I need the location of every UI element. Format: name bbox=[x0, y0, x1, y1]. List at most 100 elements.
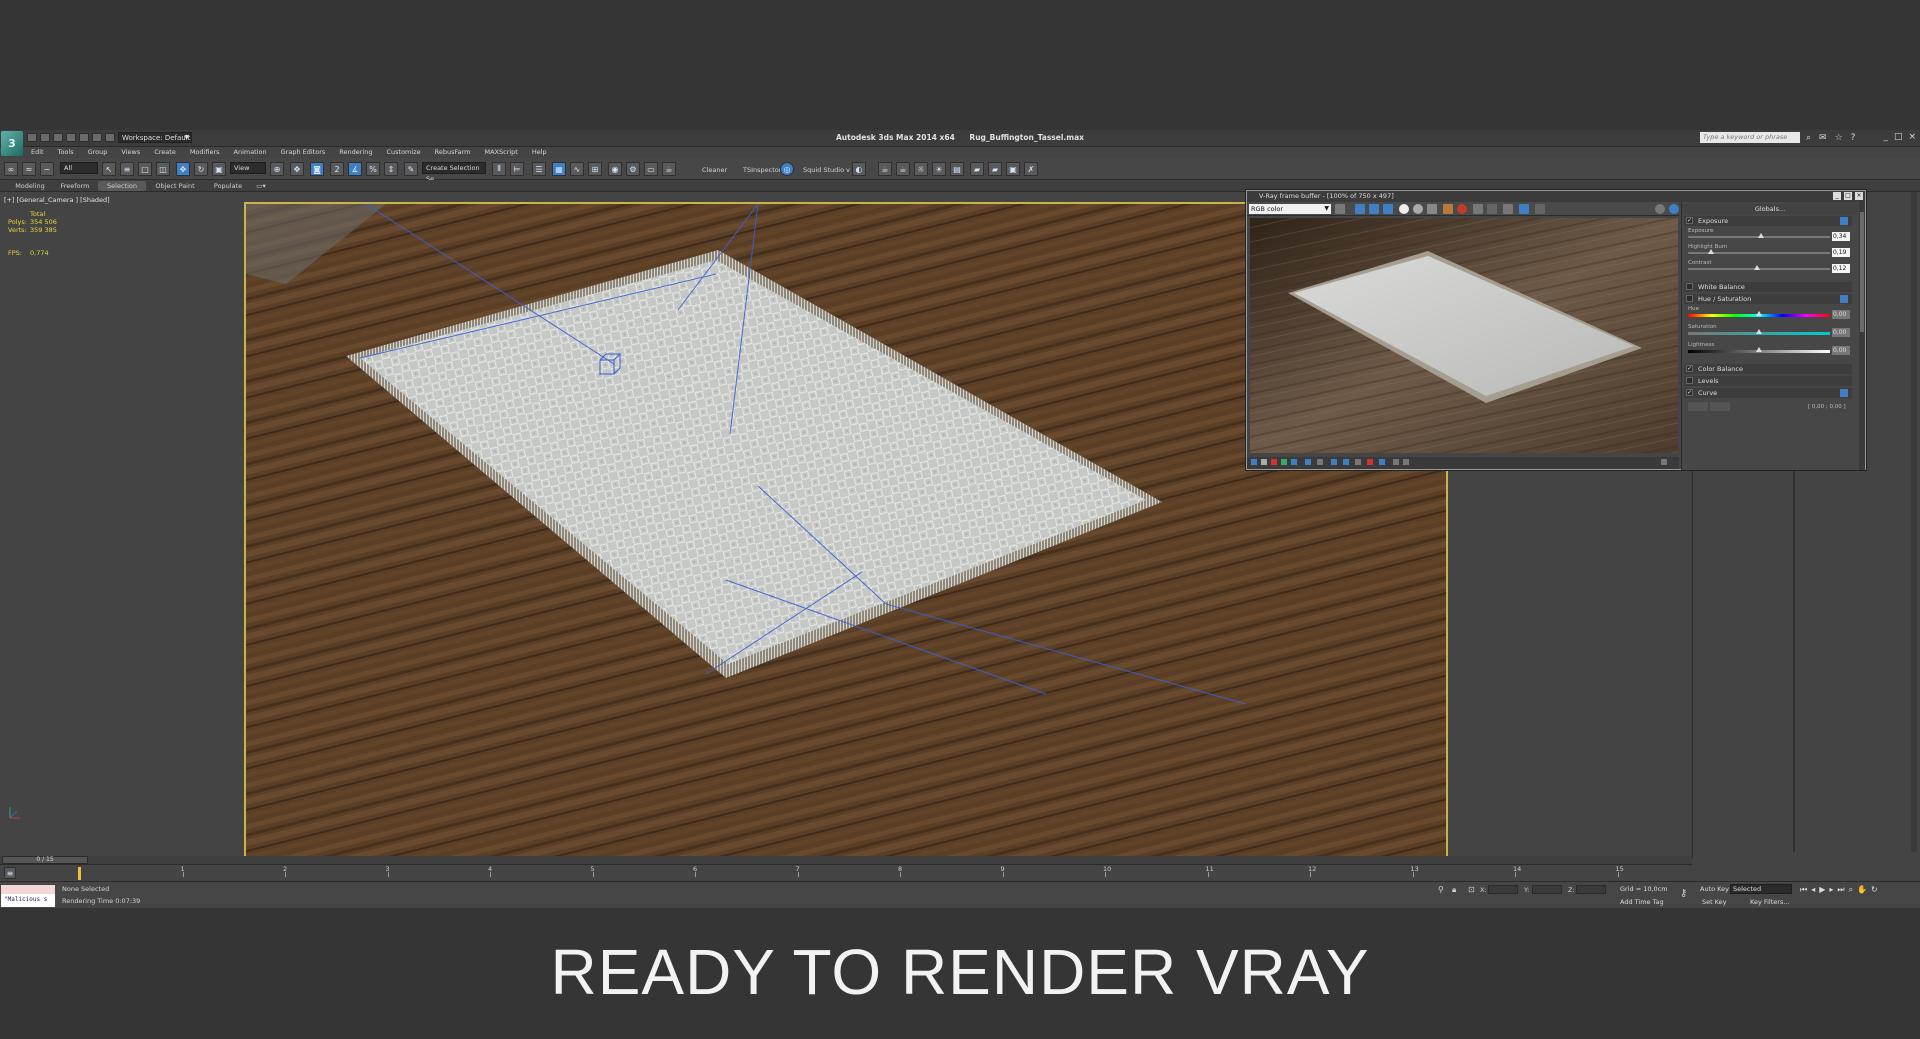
corner-resize-icon[interactable] bbox=[1661, 459, 1667, 465]
menu-edit[interactable]: Edit bbox=[24, 147, 51, 158]
vfb-minimize-icon[interactable]: _ bbox=[1833, 192, 1841, 200]
vray-proxy-icon[interactable]: ▤ bbox=[950, 162, 964, 176]
curve-section[interactable]: ✓ Curve bbox=[1684, 388, 1852, 398]
close-icon[interactable]: × bbox=[1908, 132, 1916, 142]
tab-modeling[interactable]: Modeling bbox=[6, 181, 54, 191]
render-icon[interactable]: ◐ bbox=[852, 162, 866, 176]
ribbon-options-icon[interactable]: ▭▾ bbox=[254, 181, 268, 191]
menu-animation[interactable]: Animation bbox=[227, 147, 274, 158]
slider-knob[interactable] bbox=[1758, 233, 1764, 238]
vfb-close-icon[interactable]: × bbox=[1855, 192, 1863, 200]
pivot-center-icon[interactable]: ⊕ bbox=[270, 162, 284, 176]
blue-channel-icon[interactable] bbox=[1383, 204, 1393, 214]
graphite-ribbon-icon[interactable]: ▦ bbox=[552, 162, 566, 176]
slider-knob[interactable] bbox=[1756, 311, 1762, 316]
color-balance-section[interactable]: ✓ Color Balance bbox=[1684, 364, 1852, 374]
menu-tools[interactable]: Tools bbox=[51, 147, 81, 158]
exposure-section[interactable]: ✓ Exposure bbox=[1684, 216, 1852, 226]
render-last-icon[interactable] bbox=[1669, 204, 1679, 214]
search-input[interactable]: Type a keyword or phrase bbox=[1700, 132, 1800, 143]
subscription-icon[interactable]: ✉ bbox=[1819, 133, 1827, 143]
render-setup-icon[interactable]: ⚙ bbox=[626, 162, 640, 176]
key-icon[interactable]: ⚷ bbox=[1680, 888, 1687, 899]
menu-maxscript[interactable]: MAXScript bbox=[477, 147, 524, 158]
tab-populate[interactable]: Populate bbox=[205, 181, 251, 191]
slider-knob[interactable] bbox=[1754, 265, 1760, 270]
mono-icon[interactable] bbox=[1413, 204, 1423, 214]
srgb-icon[interactable] bbox=[1281, 459, 1287, 465]
link-icon[interactable]: ∞ bbox=[4, 162, 18, 176]
stop-render-icon[interactable] bbox=[1655, 204, 1665, 214]
slider-knob[interactable] bbox=[1756, 347, 1762, 352]
link-to-render-icon[interactable] bbox=[1519, 204, 1529, 214]
contrast-value-input[interactable]: 0,12 bbox=[1832, 264, 1850, 273]
curve-checkbox[interactable]: ✓ bbox=[1686, 389, 1693, 396]
menu-help[interactable]: Help bbox=[525, 147, 554, 158]
levels-section[interactable]: Levels bbox=[1684, 376, 1852, 386]
duplicate-to-mtl-icon[interactable] bbox=[1473, 204, 1483, 214]
vray-folder-icon[interactable]: ▰ bbox=[970, 162, 984, 176]
track-mouse-icon[interactable] bbox=[1487, 204, 1497, 214]
listener-input[interactable] bbox=[1, 885, 55, 894]
expand-icon[interactable] bbox=[1840, 389, 1848, 397]
vfb-title-bar[interactable]: V-Ray frame buffer - [100% of 750 x 497]… bbox=[1247, 191, 1865, 202]
vray-cube-icon[interactable]: ▣ bbox=[1006, 162, 1020, 176]
bind-space-warp-icon[interactable]: ~ bbox=[40, 162, 54, 176]
teapot-icon[interactable]: ☕ bbox=[878, 162, 892, 176]
menu-graph-editors[interactable]: Graph Editors bbox=[274, 147, 333, 158]
color-correction-icon[interactable] bbox=[1251, 459, 1257, 465]
selection-filter-dropdown[interactable]: All bbox=[60, 162, 98, 174]
show-pixel-info-icon[interactable] bbox=[1271, 459, 1277, 465]
align-icon[interactable]: ⊨ bbox=[510, 162, 524, 176]
menu-modifiers[interactable]: Modifiers bbox=[183, 147, 227, 158]
ocio-icon[interactable] bbox=[1291, 459, 1297, 465]
hue-saturation-checkbox[interactable] bbox=[1686, 295, 1693, 302]
set-key-button[interactable]: Set Key bbox=[1702, 898, 1727, 906]
mini-curve-editor-icon[interactable]: ≡ bbox=[4, 867, 16, 879]
select-rotate-icon[interactable]: ↻ bbox=[194, 162, 208, 176]
cleaner-button[interactable]: Cleaner bbox=[702, 166, 727, 174]
saturation-value-input[interactable]: 0,00 bbox=[1832, 328, 1850, 337]
follow-mouse-icon[interactable] bbox=[1379, 459, 1385, 465]
angle-snap-icon[interactable]: ∡ bbox=[348, 162, 362, 176]
tab-selection[interactable]: Selection bbox=[98, 181, 146, 191]
hue-slider[interactable] bbox=[1688, 311, 1830, 317]
select-scale-icon[interactable]: ▣ bbox=[212, 162, 226, 176]
add-time-tag-button[interactable]: Add Time Tag bbox=[1620, 898, 1664, 906]
lightness-value-input[interactable]: 0,00 bbox=[1832, 346, 1850, 355]
mirror-icon[interactable]: ⫴ bbox=[492, 162, 506, 176]
viewport-label[interactable]: [+] [General_Camera ] [Shaded] bbox=[4, 196, 110, 204]
vray-sun-icon[interactable]: ☀ bbox=[932, 162, 946, 176]
tab-object-paint[interactable]: Object Paint bbox=[150, 181, 200, 191]
expand-icon[interactable] bbox=[1840, 295, 1848, 303]
keyboard-shortcut-override-icon[interactable]: ◙ bbox=[310, 162, 324, 176]
menu-customize[interactable]: Customize bbox=[379, 147, 427, 158]
zoom-icon[interactable]: ⌕ bbox=[1849, 885, 1853, 895]
x-coordinate-input[interactable] bbox=[1488, 885, 1518, 894]
green-channel-icon[interactable] bbox=[1369, 204, 1379, 214]
white-balance-section[interactable]: White Balance bbox=[1684, 282, 1852, 292]
stamp-icon[interactable] bbox=[1317, 459, 1323, 465]
compare-ab-icon[interactable] bbox=[1331, 459, 1337, 465]
go-to-start-icon[interactable]: ⏮ bbox=[1800, 885, 1807, 895]
tsinspector-button[interactable]: TSInspector bbox=[743, 166, 781, 174]
star-icon[interactable]: ☆ bbox=[1835, 133, 1843, 143]
previous-frame-icon[interactable]: ◂ bbox=[1811, 885, 1815, 895]
vray-light-icon[interactable]: ☼ bbox=[914, 162, 928, 176]
spinner-snap-icon[interactable]: ⇕ bbox=[384, 162, 398, 176]
rendered-frame-window-icon[interactable]: ▭ bbox=[644, 162, 658, 176]
vfb-maximize-icon[interactable]: □ bbox=[1844, 192, 1852, 200]
slider-knob[interactable] bbox=[1756, 329, 1762, 334]
maximize-icon[interactable]: □ bbox=[1894, 132, 1903, 142]
save-image-icon[interactable] bbox=[1335, 204, 1345, 214]
time-slider[interactable]: 0 / 15 bbox=[0, 856, 1692, 864]
save-to-file-icon[interactable] bbox=[1427, 204, 1437, 214]
render-production-icon[interactable]: ☕ bbox=[662, 162, 676, 176]
color-balance-checkbox[interactable]: ✓ bbox=[1686, 365, 1693, 372]
alpha-channel-icon[interactable] bbox=[1399, 204, 1409, 214]
menu-rendering[interactable]: Rendering bbox=[332, 147, 379, 158]
exposure-value-input[interactable]: 0,34 bbox=[1832, 232, 1850, 241]
globals-button[interactable]: Globals... bbox=[1682, 204, 1858, 214]
rebus-icon[interactable]: ◎ bbox=[780, 162, 794, 176]
layer-manager-icon[interactable]: ☰ bbox=[532, 162, 546, 176]
